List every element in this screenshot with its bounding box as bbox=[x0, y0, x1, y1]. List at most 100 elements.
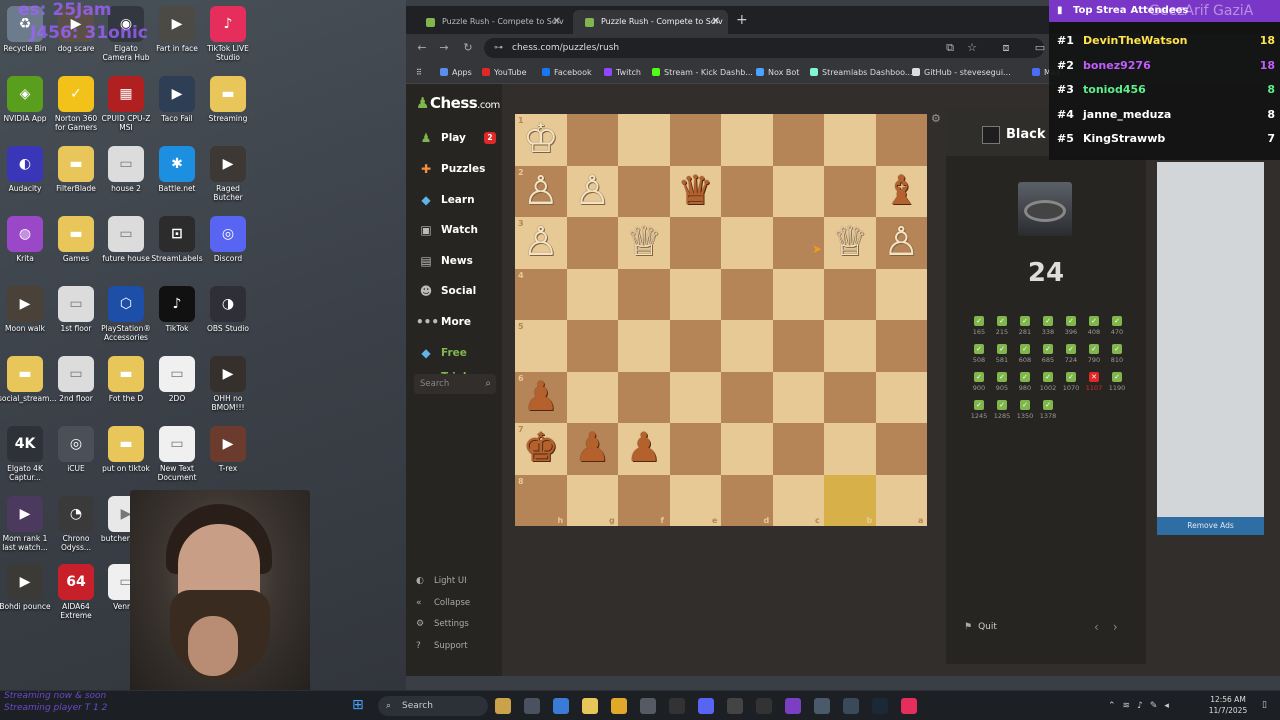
board-square[interactable] bbox=[824, 165, 876, 217]
quit-button[interactable]: ⚑ Quit bbox=[964, 622, 997, 632]
bookmark-item[interactable]: Apps bbox=[440, 62, 472, 84]
chess-piece[interactable]: ♟ bbox=[618, 423, 670, 475]
bookmark-star-icon[interactable]: ☆ bbox=[962, 38, 982, 58]
desktop-icon[interactable]: ♪ TikTok LIVE Studio bbox=[201, 6, 255, 62]
close-tab-icon[interactable]: ✕ bbox=[553, 10, 561, 34]
board-square[interactable] bbox=[566, 320, 618, 372]
desktop-icon[interactable]: ▭ 2nd floor bbox=[49, 356, 103, 403]
search-input[interactable]: Search ⌕ bbox=[414, 374, 496, 394]
chess-piece[interactable]: ♟ bbox=[567, 423, 619, 475]
reload-icon[interactable]: ↻ bbox=[458, 38, 478, 58]
sidebar-item-more[interactable]: ••• More bbox=[414, 310, 496, 334]
chess-piece[interactable]: ♝ bbox=[876, 166, 928, 218]
desktop-icon[interactable]: ♪ TikTok bbox=[150, 286, 204, 333]
board-square[interactable] bbox=[721, 217, 773, 269]
food-icon[interactable] bbox=[495, 698, 511, 714]
chess-piece[interactable]: ♕ bbox=[618, 217, 670, 269]
desktop-icon[interactable]: ▭ 1st floor bbox=[49, 286, 103, 333]
board-square[interactable] bbox=[772, 371, 824, 423]
chevron-up-icon[interactable]: ⌃ bbox=[1108, 701, 1123, 711]
pen-icon[interactable]: ✎ bbox=[1150, 701, 1165, 711]
board-square[interactable] bbox=[875, 371, 927, 423]
desktop-icon[interactable]: ▦ CPUID CPU-Z MSI bbox=[99, 76, 153, 132]
desktop-icon[interactable]: ▶ Taco Fail bbox=[150, 76, 204, 123]
board-square[interactable] bbox=[875, 114, 927, 166]
desktop-icon[interactable]: ▶ Moon walk bbox=[0, 286, 52, 333]
sidebar-footer-settings[interactable]: ⚙ Settings bbox=[416, 617, 469, 631]
sidebar-item-play[interactable]: ♟ Play 2 bbox=[414, 126, 496, 150]
chess-piece[interactable]: ♔ bbox=[515, 114, 567, 166]
sidebar-footer-light-ui[interactable]: ◐ Light UI bbox=[416, 574, 467, 588]
downloads-icon[interactable]: ▭ bbox=[1030, 38, 1050, 58]
chess-piece[interactable]: ♙ bbox=[876, 217, 928, 269]
extensions-icon[interactable]: ⧈ bbox=[996, 38, 1016, 58]
board-square[interactable] bbox=[824, 371, 876, 423]
desktop-icon[interactable]: ▶ T-rex bbox=[201, 426, 255, 473]
board-square[interactable] bbox=[772, 165, 824, 217]
board-square[interactable] bbox=[824, 268, 876, 320]
steam-icon[interactable] bbox=[872, 698, 888, 714]
desktop-icon[interactable]: ▬ Games bbox=[49, 216, 103, 263]
board-settings-icon[interactable]: ⚙ bbox=[931, 112, 941, 125]
board-square[interactable] bbox=[824, 320, 876, 372]
obs-taskbar-icon[interactable] bbox=[756, 698, 772, 714]
board-square[interactable] bbox=[721, 371, 773, 423]
forward-icon[interactable]: → bbox=[434, 38, 454, 58]
board-square[interactable] bbox=[721, 423, 773, 475]
taskbar-search[interactable]: ⌕ Search bbox=[378, 696, 488, 716]
desktop-icon[interactable]: ◑ OBS Studio bbox=[201, 286, 255, 333]
desktop-icon[interactable]: ▭ future house bbox=[99, 216, 153, 263]
board-square[interactable] bbox=[566, 268, 618, 320]
chevron-right-icon[interactable]: › bbox=[1113, 620, 1132, 634]
bookmark-item[interactable]: YouTube bbox=[482, 62, 527, 84]
desktop-icon[interactable]: ▶ Raged Butcher bbox=[201, 146, 255, 202]
sidebar-item-news[interactable]: ▤ News bbox=[414, 249, 496, 273]
url-input[interactable]: ⊶ chess.com/puzzles/rush bbox=[484, 38, 1044, 58]
board-square[interactable] bbox=[721, 114, 773, 166]
icue-taskbar-icon[interactable] bbox=[727, 698, 743, 714]
volume-icon[interactable]: ◂ bbox=[1164, 701, 1176, 711]
chess-piece[interactable]: ♙ bbox=[567, 166, 619, 218]
settings-gear-icon[interactable] bbox=[640, 698, 656, 714]
desktop-icon[interactable]: 4K Elgato 4K Captur... bbox=[0, 426, 52, 482]
chess-piece[interactable]: ♙ bbox=[515, 166, 567, 218]
board-square[interactable] bbox=[566, 217, 618, 269]
board-square[interactable] bbox=[669, 320, 721, 372]
bookmark-item[interactable]: Facebook bbox=[542, 62, 592, 84]
chevron-left-icon[interactable]: ‹ bbox=[1094, 620, 1113, 634]
chess-board[interactable]: 1 2 3 4 5 6 7 8 h g f e d c b a ♔ ♙ ♙ ♛ ♝ ♙ ♕ ♕ ♙ ♟ ♚ ♟ ♟ bbox=[515, 114, 927, 526]
chess-piece[interactable]: ♟ bbox=[515, 372, 567, 424]
desktop-icon[interactable]: ▶ Fart in face bbox=[150, 6, 204, 53]
desktop-icon[interactable]: ◍ Krita bbox=[0, 216, 52, 263]
browser-tab-1[interactable]: Puzzle Rush - Compete to Solv ✕ bbox=[414, 10, 569, 34]
board-square[interactable] bbox=[772, 268, 824, 320]
desktop-icon[interactable]: ▭ 2DO bbox=[150, 356, 204, 403]
task-view-icon[interactable] bbox=[524, 698, 540, 714]
sidebar-item-learn[interactable]: ◆ Learn bbox=[414, 188, 496, 212]
board-square[interactable] bbox=[566, 371, 618, 423]
desktop-icon[interactable]: ▭ house 2 bbox=[99, 146, 153, 193]
close-tab-icon[interactable]: ✕ bbox=[712, 10, 720, 34]
board-square[interactable] bbox=[618, 268, 670, 320]
board-square[interactable] bbox=[618, 320, 670, 372]
sidebar-item-social[interactable]: ☻ Social bbox=[414, 279, 496, 303]
desktop-icon[interactable]: ▶ Bohdi pounce bbox=[0, 564, 52, 611]
desktop-icon[interactable]: ▬ FilterBlade bbox=[49, 146, 103, 193]
search-icon[interactable]: ⌕ bbox=[485, 374, 491, 394]
desktop-icon[interactable]: ✓ Norton 360 for Gamers bbox=[49, 76, 103, 132]
discord-taskbar-icon[interactable] bbox=[698, 698, 714, 714]
chess-piece[interactable]: ♚ bbox=[515, 423, 567, 475]
desktop-icon[interactable]: ✱ Battle.net bbox=[150, 146, 204, 193]
network-icon[interactable]: ≋ bbox=[1123, 701, 1138, 711]
bookmark-item[interactable]: Streamlabs Dashboo... bbox=[810, 62, 913, 84]
bookmark-item[interactable]: Nox Bot bbox=[756, 62, 799, 84]
sidebar-footer-support[interactable]: ? Support bbox=[416, 639, 468, 653]
board-square[interactable] bbox=[772, 320, 824, 372]
tiktok-taskbar-icon[interactable] bbox=[901, 698, 917, 714]
notepad-icon[interactable] bbox=[814, 698, 830, 714]
system-tray[interactable]: ⌃≋♪✎◂ bbox=[1108, 691, 1176, 720]
sidebar-item-puzzles[interactable]: ✚ Puzzles bbox=[414, 157, 496, 181]
board-square[interactable] bbox=[618, 371, 670, 423]
copilot-icon[interactable] bbox=[553, 698, 569, 714]
board-square[interactable] bbox=[824, 423, 876, 475]
